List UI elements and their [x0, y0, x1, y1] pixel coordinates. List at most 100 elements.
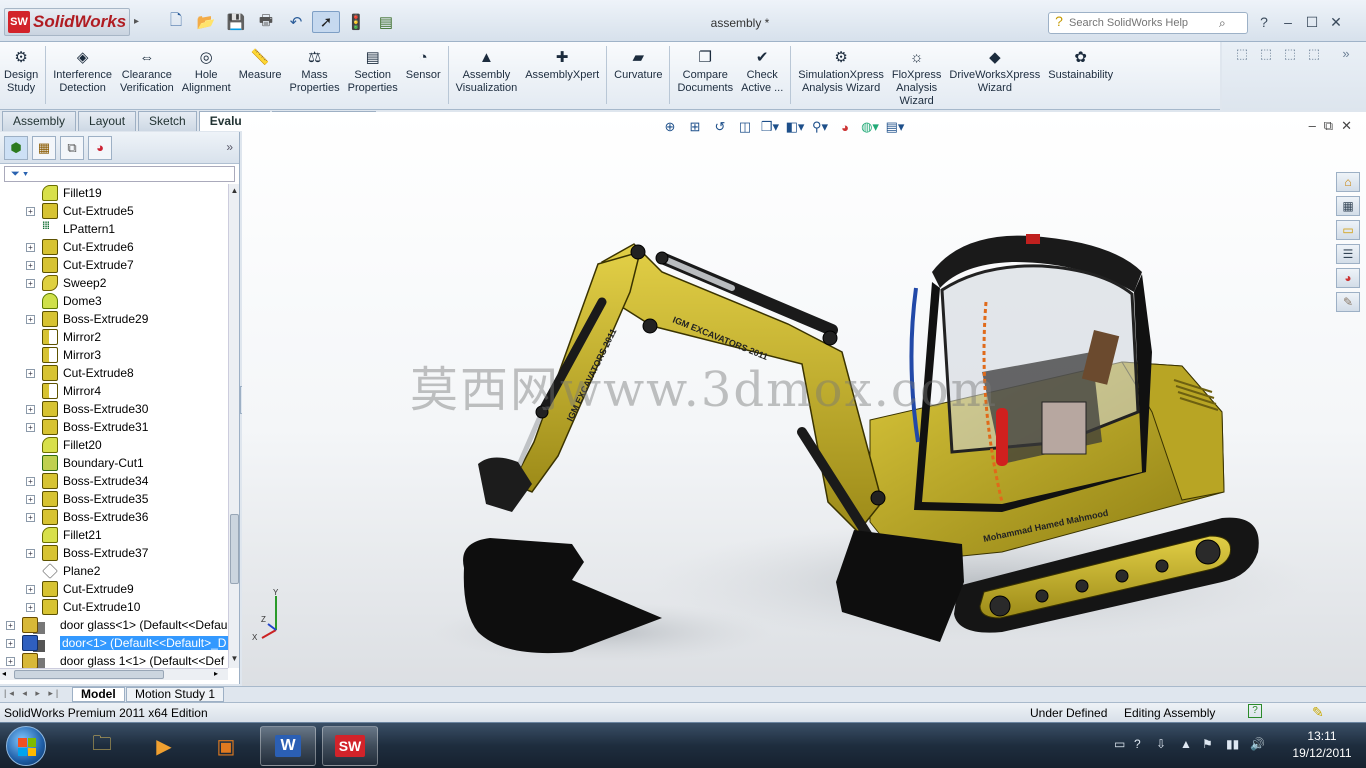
solidworks-resources-icon[interactable]: ⌂	[1336, 172, 1360, 192]
design-study-button[interactable]: ⚙ Design Study	[0, 46, 42, 95]
tab-model[interactable]: Model	[72, 687, 125, 702]
clock[interactable]: 13:11 19/12/2011	[1290, 728, 1354, 762]
expand-icon[interactable]: +	[6, 656, 15, 666]
tree-item[interactable]: + Sweep2	[0, 274, 228, 292]
expand-icon[interactable]: +	[26, 404, 35, 414]
expand-icon[interactable]: +	[26, 422, 35, 432]
tree-item[interactable]: + Boss-Extrude29	[0, 310, 228, 328]
maximize-icon[interactable]: ☐	[1302, 12, 1322, 32]
tree-item[interactable]: Dome3	[0, 292, 228, 310]
check-active-button[interactable]: ✔ Check Active ...	[737, 46, 787, 95]
feature-tree-tab-icon[interactable]: ⬢	[4, 135, 28, 160]
property-manager-tab-icon[interactable]: ▦	[32, 135, 56, 160]
tree-item[interactable]: + Boss-Extrude31	[0, 418, 228, 436]
minimize-icon[interactable]: –	[1278, 12, 1298, 32]
chevron-right-icon[interactable]: »	[1336, 46, 1356, 66]
help-search-box[interactable]: ? ⌕	[1048, 12, 1248, 34]
interference-detection-button[interactable]: ◈ Interference Detection	[49, 46, 116, 95]
tree-item[interactable]: + door glass 1<1> (Default<<Def	[0, 652, 228, 668]
tray-usb-icon[interactable]: ⇩	[1156, 737, 1166, 751]
appearances-icon[interactable]: ◕	[1336, 268, 1360, 288]
tree-item[interactable]: + Cut-Extrude7	[0, 256, 228, 274]
expand-icon[interactable]: +	[26, 260, 35, 270]
tab-layout[interactable]: Layout	[78, 111, 137, 131]
tree-item[interactable]: ⁞⁞⁞ LPattern1	[0, 220, 228, 238]
view-palette-icon[interactable]: ☰	[1336, 244, 1360, 264]
scroll-left-icon[interactable]: ◂	[2, 669, 6, 678]
expand-icon[interactable]: +	[26, 548, 35, 558]
driveworksxpress-button[interactable]: ◆ DriveWorksXpress Wizard	[945, 46, 1044, 95]
tree-item[interactable]: Boundary-Cut1	[0, 454, 228, 472]
tree-item[interactable]: + Cut-Extrude10	[0, 598, 228, 616]
tray-help-icon[interactable]: ?	[1134, 737, 1141, 751]
print-icon[interactable]: 🖶	[252, 11, 280, 33]
options-icon[interactable]: ▤	[372, 11, 400, 33]
open-icon[interactable]: 📂	[192, 11, 220, 33]
task-icon-2[interactable]: ⬚	[1256, 46, 1276, 66]
expand-icon[interactable]: +	[26, 314, 35, 324]
tab-motion-study-1[interactable]: Motion Study 1	[126, 687, 225, 702]
tree-item[interactable]: Mirror4	[0, 382, 228, 400]
task-icon-4[interactable]: ⬚	[1304, 46, 1324, 66]
search-icon[interactable]: ⌕	[1219, 16, 1226, 31]
display-manager-tab-icon[interactable]: ◕	[88, 135, 112, 160]
tab-scroll-icons[interactable]: |◂ ◂ ▸ ▸|	[4, 688, 61, 699]
expand-icon[interactable]: +	[26, 206, 35, 216]
expand-icon[interactable]: +	[26, 602, 35, 612]
media-player-icon[interactable]: ▶	[136, 726, 192, 766]
floxpress-button[interactable]: ☼ FloXpress Analysis Wizard	[888, 46, 946, 108]
undo-icon[interactable]: ↶	[282, 11, 310, 33]
new-icon[interactable]: 🗋	[162, 11, 190, 33]
tree-item[interactable]: Mirror3	[0, 346, 228, 364]
start-button[interactable]	[6, 726, 46, 766]
tree-item[interactable]: Plane2	[0, 562, 228, 580]
design-library-icon[interactable]: ▦	[1336, 196, 1360, 216]
tree-item[interactable]: + door glass<1> (Default<<Defau	[0, 616, 228, 634]
file-manager-icon[interactable]: ▣	[198, 726, 254, 766]
tree-item[interactable]: + Boss-Extrude34	[0, 472, 228, 490]
expand-icon[interactable]: +	[26, 494, 35, 504]
tree-item[interactable]: + Boss-Extrude36	[0, 508, 228, 526]
select-icon[interactable]: ➚	[312, 11, 340, 33]
close-icon[interactable]: ✕	[1326, 12, 1346, 32]
sustainability-button[interactable]: ✿ Sustainability	[1044, 46, 1117, 82]
expand-icon[interactable]: +	[26, 368, 35, 378]
tray-app-icon[interactable]: ▭	[1114, 737, 1125, 751]
show-hidden-icons[interactable]: ▲	[1180, 737, 1192, 751]
hscroll-thumb[interactable]	[14, 670, 164, 679]
tree-item[interactable]: + Cut-Extrude6	[0, 238, 228, 256]
scroll-up-icon[interactable]: ▲	[229, 186, 240, 195]
ms-word-icon[interactable]: W	[260, 726, 316, 766]
expand-icon[interactable]: +	[26, 512, 35, 522]
volume-icon[interactable]: 🔊	[1250, 737, 1265, 751]
assembly-visualization-button[interactable]: ▲ Assembly Visualization	[452, 46, 522, 95]
expand-icon[interactable]: +	[26, 242, 35, 252]
tree-item[interactable]: + Cut-Extrude9	[0, 580, 228, 598]
sensor-button[interactable]: ◔ Sensor	[402, 46, 445, 82]
tree-item[interactable]: + Boss-Extrude35	[0, 490, 228, 508]
expand-icon[interactable]: +	[6, 620, 15, 630]
expand-icon[interactable]: +	[6, 638, 15, 648]
tree-item[interactable]: + Boss-Extrude30	[0, 400, 228, 418]
tab-sketch[interactable]: Sketch	[138, 111, 197, 131]
tree-item[interactable]: + Boss-Extrude37	[0, 544, 228, 562]
scroll-thumb[interactable]	[230, 514, 239, 584]
tab-assembly[interactable]: Assembly	[2, 111, 77, 131]
tree-item[interactable]: + door<1> (Default<<Default>_D	[0, 634, 228, 652]
simulationxpress-button[interactable]: ⚙ SimulationXpress Analysis Wizard	[794, 46, 888, 95]
compare-documents-button[interactable]: ❐ Compare Documents	[673, 46, 737, 95]
solidworks-menu-button[interactable]: SW SolidWorks	[4, 8, 130, 36]
quick-tips-icon[interactable]: ?	[1248, 704, 1262, 718]
tree-item[interactable]: Mirror2	[0, 328, 228, 346]
menu-expand-icon[interactable]: ▸	[134, 16, 139, 27]
tree-vertical-scrollbar[interactable]: ▲ ▼	[228, 184, 239, 668]
tree-item[interactable]: Fillet21	[0, 526, 228, 544]
tree-item[interactable]: Fillet19	[0, 184, 228, 202]
network-icon[interactable]: ▮▮	[1226, 737, 1239, 751]
measure-button[interactable]: 📏 Measure	[235, 46, 286, 82]
tree-item[interactable]: + Cut-Extrude5	[0, 202, 228, 220]
expand-icon[interactable]: +	[26, 584, 35, 594]
solidworks-taskbar-icon[interactable]: SW	[322, 726, 378, 766]
expand-panel-icon[interactable]: »	[226, 140, 233, 154]
clearance-verification-button[interactable]: ⇔ Clearance Verification	[116, 46, 178, 95]
